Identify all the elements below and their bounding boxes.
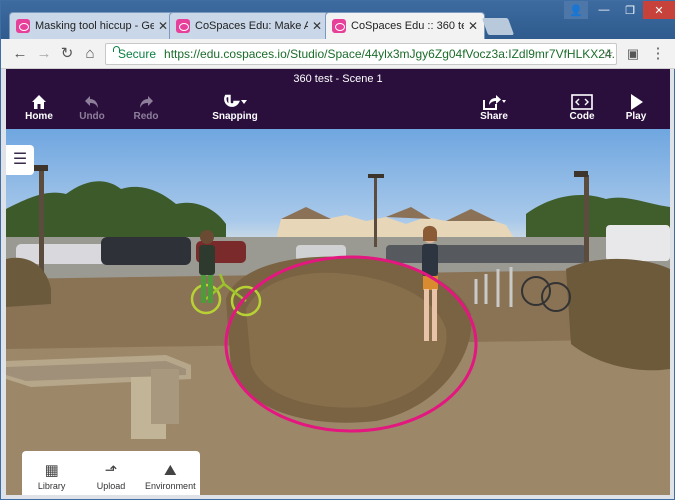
tab-title: CoSpaces Edu :: 360 test xyxy=(351,20,464,32)
home-label: Home xyxy=(25,111,53,122)
share-icon xyxy=(483,95,506,110)
close-tab-icon[interactable]: ✕ xyxy=(312,19,322,33)
environment-button[interactable]: ⛰ Environment xyxy=(143,461,198,491)
upload-label: Upload xyxy=(96,481,126,491)
code-icon xyxy=(571,94,593,110)
cospaces-favicon-icon xyxy=(16,19,30,33)
app-toolbar: 360 test - Scene 1 Home Undo Redo Snappi… xyxy=(6,69,670,129)
minimize-icon[interactable]: — xyxy=(591,1,617,19)
undo-icon xyxy=(85,96,98,108)
undo-label: Undo xyxy=(79,111,105,122)
tab-strip: Masking tool hiccup - Ge ✕ CoSpaces Edu:… xyxy=(1,1,675,39)
home-icon xyxy=(32,95,46,109)
secure-label: Secure xyxy=(118,47,157,61)
address-bar[interactable]: Secure https://edu.cospaces.io/Studio/Sp… xyxy=(105,43,617,65)
share-button[interactable]: Share xyxy=(469,93,519,122)
scene-title: 360 test - Scene 1 xyxy=(293,73,383,85)
new-tab-button[interactable] xyxy=(481,18,515,35)
back-icon[interactable]: ← xyxy=(11,45,29,63)
bookmark-star-icon[interactable]: ☆ xyxy=(599,45,617,63)
tab-make-ar[interactable]: CoSpaces Edu: Make AR ✕ xyxy=(169,12,329,39)
snapping-button[interactable]: Snapping xyxy=(209,93,261,122)
redo-label: Redo xyxy=(133,111,159,122)
maximize-icon[interactable]: ❐ xyxy=(618,1,642,19)
redo-icon xyxy=(140,96,153,108)
play-label: Play xyxy=(625,111,647,122)
play-icon xyxy=(631,94,643,110)
scene-list-button[interactable]: ☰ xyxy=(6,145,34,175)
play-button[interactable]: Play xyxy=(611,93,661,122)
redo-button[interactable]: Redo xyxy=(121,93,171,122)
user-profile-icon[interactable]: 👤 xyxy=(564,1,588,19)
share-label: Share xyxy=(480,111,508,122)
close-window-icon[interactable]: ✕ xyxy=(643,1,675,19)
snapping-label: Snapping xyxy=(212,111,258,122)
environment-icon: ⛰ xyxy=(164,462,177,479)
tab-title: Masking tool hiccup - Ge xyxy=(35,20,154,32)
library-label: Library xyxy=(37,481,66,491)
close-tab-icon[interactable]: ✕ xyxy=(468,19,478,33)
undo-button[interactable]: Undo xyxy=(67,93,117,122)
scene-canvas[interactable]: ☰ ▦ Library ⬏ Upload ⛰ Environment xyxy=(6,129,670,495)
environment-label: Environment xyxy=(145,481,196,491)
library-icon: ▦ xyxy=(44,462,59,479)
code-button[interactable]: Code xyxy=(557,93,607,122)
navigation-bar: ← → ↻ ⌂ Secure https://edu.cospaces.io/S… xyxy=(1,39,675,69)
forward-icon[interactable]: → xyxy=(35,45,53,63)
tab-masking-tool[interactable]: Masking tool hiccup - Ge ✕ xyxy=(9,12,175,39)
cospaces-favicon-icon xyxy=(176,19,190,33)
url-text[interactable]: https://edu.cospaces.io/Studio/Space/44y… xyxy=(164,47,616,61)
library-panel: ▦ Library ⬏ Upload ⛰ Environment xyxy=(22,451,200,495)
close-tab-icon[interactable]: ✕ xyxy=(158,19,168,33)
home-page-icon[interactable]: ⌂ xyxy=(81,45,99,63)
cospaces-favicon-icon xyxy=(332,19,346,33)
home-button[interactable]: Home xyxy=(14,93,64,122)
code-label: Code xyxy=(569,111,595,122)
upload-button[interactable]: ⬏ Upload xyxy=(83,461,138,491)
list-icon: ☰ xyxy=(12,151,28,168)
360-panorama-image xyxy=(6,165,670,495)
menu-icon[interactable]: ⋮ xyxy=(649,45,667,63)
library-button[interactable]: ▦ Library xyxy=(24,461,79,491)
magnet-icon xyxy=(224,94,247,107)
cast-icon[interactable]: ▣ xyxy=(624,45,642,63)
upload-icon: ⬏ xyxy=(104,462,118,479)
reload-icon[interactable]: ↻ xyxy=(58,45,76,63)
tab-360-test[interactable]: CoSpaces Edu :: 360 test ✕ xyxy=(325,12,485,39)
browser-window: Masking tool hiccup - Ge ✕ CoSpaces Edu:… xyxy=(0,0,675,500)
tab-title: CoSpaces Edu: Make AR xyxy=(195,20,308,32)
